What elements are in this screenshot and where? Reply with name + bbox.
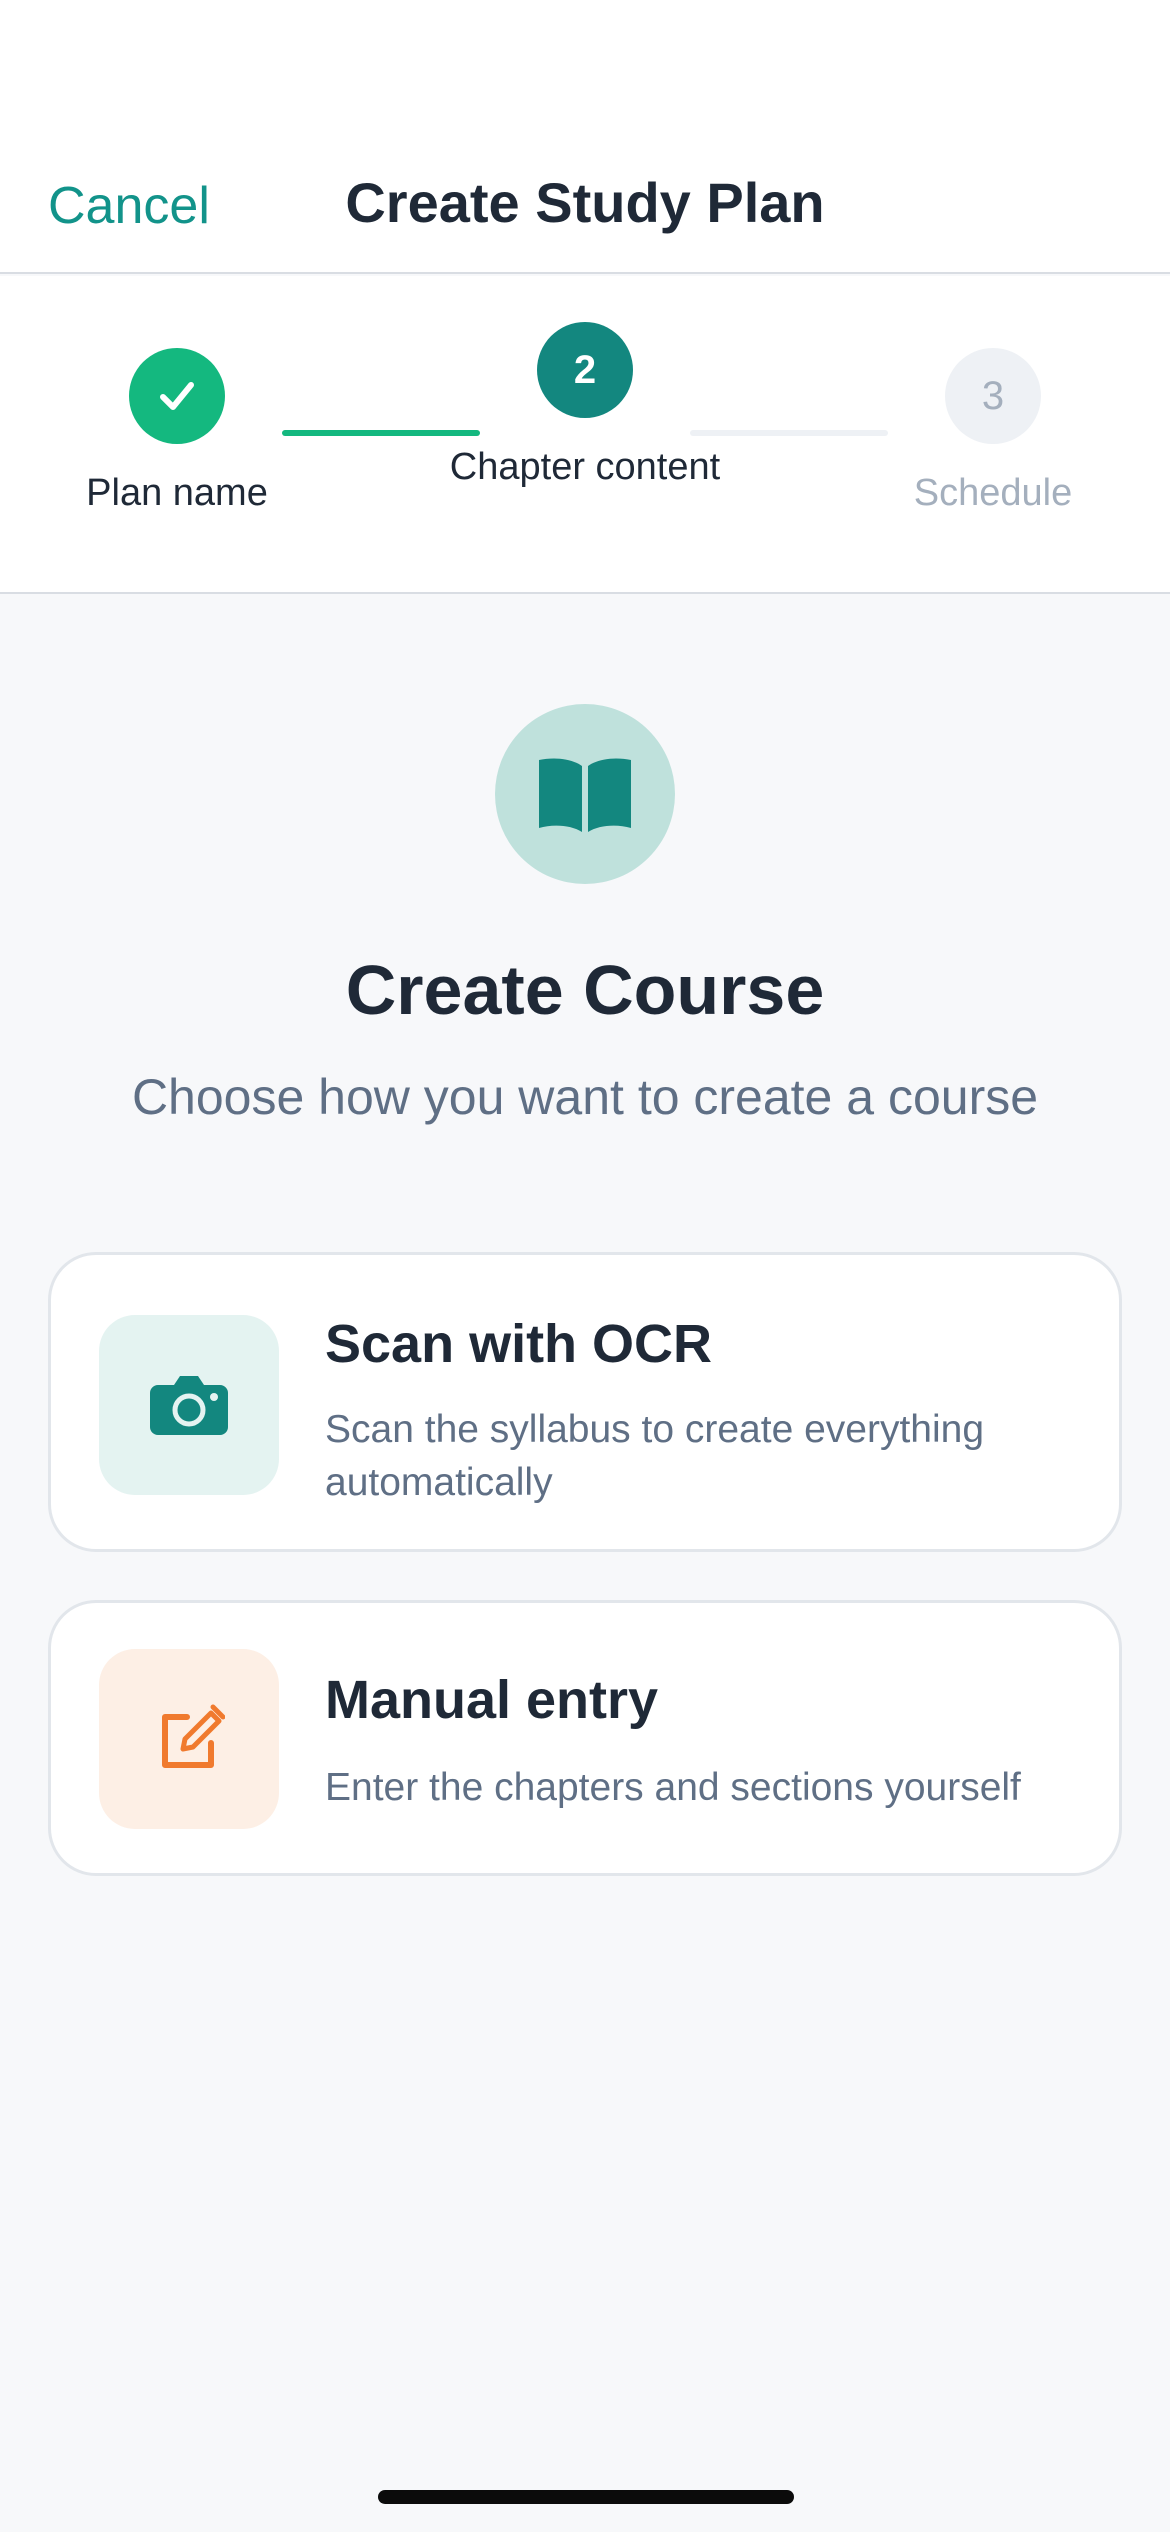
page-title: Create Study Plan	[345, 171, 825, 234]
nav-header: Cancel Create Study Plan	[0, 0, 1170, 274]
step-connector-complete	[282, 430, 480, 436]
progress-stepper: 2 3 Plan name Chapter content Schedule	[0, 276, 1170, 594]
checkmark-icon	[160, 382, 194, 410]
step-schedule-upcoming: 3	[945, 348, 1041, 444]
option-title: Scan with OCR	[325, 1314, 713, 1374]
create-study-plan-screen: Cancel Create Study Plan 2 3 Plan name C…	[0, 0, 1170, 2532]
option-title: Manual entry	[325, 1670, 659, 1730]
option-description: Scan the syllabus to create everything a…	[325, 1408, 985, 1504]
section-subtitle: Choose how you want to create a course	[131, 1069, 1039, 1125]
step-label-schedule: Schedule	[913, 472, 1073, 514]
scan-with-ocr-option[interactable]: Scan with OCR Scan the syllabus to creat…	[48, 1252, 1122, 1552]
step-label-chapter-content: Chapter content	[449, 446, 721, 488]
step-connector-pending	[690, 430, 888, 436]
option-description: Enter the chapters and sections yourself	[325, 1766, 1021, 1809]
manual-entry-option[interactable]: Manual entry Enter the chapters and sect…	[48, 1600, 1122, 1876]
camera-icon	[99, 1315, 279, 1495]
book-open-icon	[495, 704, 675, 884]
step-number: 2	[573, 347, 597, 392]
step-plan-name-completed[interactable]	[129, 348, 225, 444]
step-chapter-content-active[interactable]: 2	[537, 322, 633, 418]
step-number: 3	[981, 373, 1005, 418]
step-label-plan-name: Plan name	[86, 472, 268, 514]
home-indicator[interactable]	[378, 2490, 794, 2504]
edit-icon	[99, 1649, 279, 1829]
section-title: Create Course	[345, 951, 825, 1029]
